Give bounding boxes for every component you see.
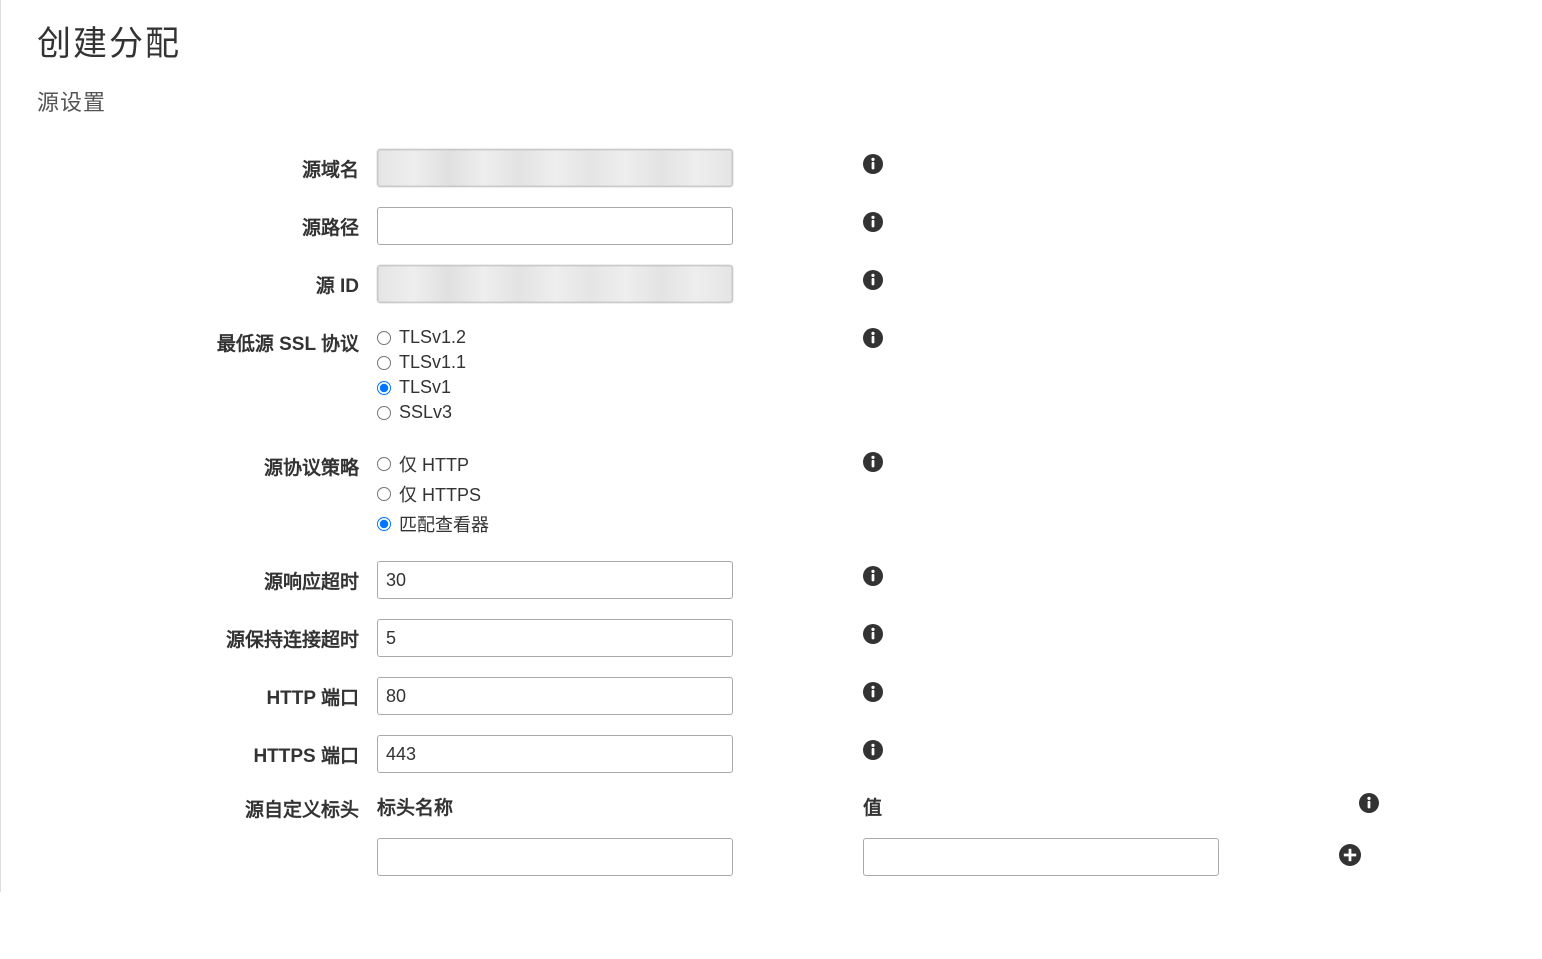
row-min-ssl: 最低源 SSL 协议 TLSv1.2 TLSv1.1 TLSv1 SSLv3 [37,323,1506,427]
row-custom-headers-inputs [37,838,1506,876]
row-http-port: HTTP 端口 [37,677,1506,715]
page-title: 创建分配 [37,16,1506,65]
row-custom-headers-labels: 源自定义标头 标头名称 值 [37,793,1506,822]
radio-tlsv12-label: TLSv1.2 [399,327,466,348]
label-http-port: HTTP 端口 [37,677,377,710]
radio-tlsv11[interactable]: TLSv1.1 [377,352,733,373]
row-protocol-policy: 源协议策略 仅 HTTP 仅 HTTPS 匹配查看器 [37,447,1506,541]
radio-tlsv1-input[interactable] [377,381,391,395]
label-response-timeout: 源响应超时 [37,561,377,594]
add-header-icon[interactable] [1339,844,1363,868]
info-icon[interactable] [1359,793,1381,815]
http-port-input[interactable] [377,677,733,715]
radio-tlsv11-label: TLSv1.1 [399,352,466,373]
radio-https-only[interactable]: 仅 HTTPS [377,481,733,507]
min-ssl-radio-group: TLSv1.2 TLSv1.1 TLSv1 SSLv3 [377,323,733,423]
radio-tlsv12-input[interactable] [377,331,391,345]
label-min-ssl: 最低源 SSL 协议 [37,323,377,356]
origin-id-input[interactable] [377,265,733,303]
row-origin-id: 源 ID [37,265,1506,303]
row-origin-path: 源路径 [37,207,1506,245]
info-icon[interactable] [863,270,885,292]
radio-match-viewer-input[interactable] [377,517,391,531]
info-icon[interactable] [863,624,885,646]
row-response-timeout: 源响应超时 [37,561,1506,599]
radio-tlsv1-label: TLSv1 [399,377,451,398]
radio-tlsv11-input[interactable] [377,356,391,370]
radio-https-only-label: 仅 HTTPS [399,481,481,507]
header-name-input[interactable] [377,838,733,876]
radio-http-only-input[interactable] [377,457,391,471]
info-icon[interactable] [863,328,885,350]
radio-sslv3[interactable]: SSLv3 [377,402,733,423]
section-title: 源设置 [37,85,1506,117]
label-origin-path: 源路径 [37,207,377,240]
label-origin-id: 源 ID [37,265,377,298]
label-custom-headers: 源自定义标头 [37,793,377,822]
radio-http-only[interactable]: 仅 HTTP [377,451,733,477]
info-icon[interactable] [863,682,885,704]
info-icon[interactable] [863,452,885,474]
https-port-input[interactable] [377,735,733,773]
label-keepalive-timeout: 源保持连接超时 [37,619,377,652]
radio-match-viewer-label: 匹配查看器 [399,511,489,537]
info-icon[interactable] [863,212,885,234]
row-origin-domain: 源域名 [37,149,1506,187]
protocol-policy-radio-group: 仅 HTTP 仅 HTTPS 匹配查看器 [377,447,733,537]
radio-sslv3-input[interactable] [377,406,391,420]
row-https-port: HTTPS 端口 [37,735,1506,773]
origin-domain-input[interactable] [377,149,733,187]
header-value-input[interactable] [863,838,1219,876]
radio-match-viewer[interactable]: 匹配查看器 [377,511,733,537]
radio-tlsv1[interactable]: TLSv1 [377,377,733,398]
info-icon[interactable] [863,566,885,588]
row-keepalive-timeout: 源保持连接超时 [37,619,1506,657]
label-https-port: HTTPS 端口 [37,735,377,768]
radio-sslv3-label: SSLv3 [399,402,452,423]
radio-https-only-input[interactable] [377,487,391,501]
response-timeout-input[interactable] [377,561,733,599]
label-protocol-policy: 源协议策略 [37,447,377,480]
radio-http-only-label: 仅 HTTP [399,451,469,477]
label-header-name: 标头名称 [377,793,733,820]
label-header-value: 值 [863,793,1219,820]
info-icon[interactable] [863,154,885,176]
origin-path-input[interactable] [377,207,733,245]
keepalive-timeout-input[interactable] [377,619,733,657]
label-origin-domain: 源域名 [37,149,377,182]
info-icon[interactable] [863,740,885,762]
radio-tlsv12[interactable]: TLSv1.2 [377,327,733,348]
